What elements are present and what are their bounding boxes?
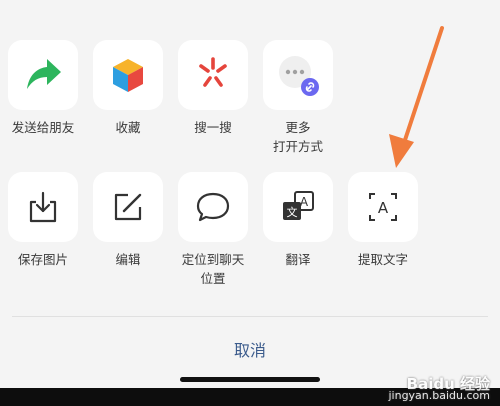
more-open-with-tile[interactable] [263,40,333,110]
save-image-option[interactable]: 保存图片 [1,172,85,269]
extract-text-tile[interactable]: A [348,172,418,242]
favorite-cube-icon [113,59,143,92]
favorite-tile[interactable] [93,40,163,110]
watermark-logo: Baidu 经验 jingyan.baidu.com [388,375,490,402]
edit-option[interactable]: 编辑 [86,172,170,269]
home-indicator [180,377,320,382]
cancel-button[interactable]: 取消 [0,336,500,366]
svg-text:文: 文 [287,205,298,219]
locate-in-chat-tile[interactable] [178,172,248,242]
send-to-friend-option[interactable]: 发送给朋友 [1,40,85,137]
search-tile[interactable] [178,40,248,110]
locate-in-chat-label: 定位到聊天 位置 [181,252,245,286]
chat-bubble-icon [196,192,230,222]
search-one-search-icon [199,57,227,87]
search-label: 搜一搜 [194,120,232,135]
more-open-with-label: 更多 打开方式 [272,120,323,154]
translate-icon: A 文 [283,191,314,220]
locate-in-chat-option[interactable]: 定位到聊天 位置 [171,172,255,288]
save-image-icon [29,191,57,223]
search-option[interactable]: 搜一搜 [171,40,255,137]
send-to-friend-tile[interactable] [8,40,78,110]
divider [12,316,488,317]
extract-text-label: 提取文字 [357,252,408,267]
share-action-sheet: 发送给朋友 收藏 搜一搜 更多 打开方式 保存图片 编辑 定位到聊天 位置 A … [0,0,500,388]
favorite-option[interactable]: 收藏 [86,40,170,137]
save-image-label: 保存图片 [17,252,68,267]
save-image-tile[interactable] [8,172,78,242]
share-arrow-icon [27,59,61,89]
svg-text:A: A [300,195,309,209]
edit-label: 编辑 [115,252,141,267]
translate-option[interactable]: A 文 翻译 [256,172,340,269]
more-open-with-icon [279,56,319,96]
translate-tile[interactable]: A 文 [263,172,333,242]
extract-text-option[interactable]: A 提取文字 [341,172,425,269]
translate-label: 翻译 [285,252,311,267]
edit-tile[interactable] [93,172,163,242]
send-to-friend-label: 发送给朋友 [11,120,75,135]
extract-text-icon: A [369,193,397,221]
favorite-label: 收藏 [115,120,141,135]
svg-text:A: A [378,199,389,217]
more-open-with-option[interactable]: 更多 打开方式 [256,40,340,156]
edit-icon [114,193,142,221]
